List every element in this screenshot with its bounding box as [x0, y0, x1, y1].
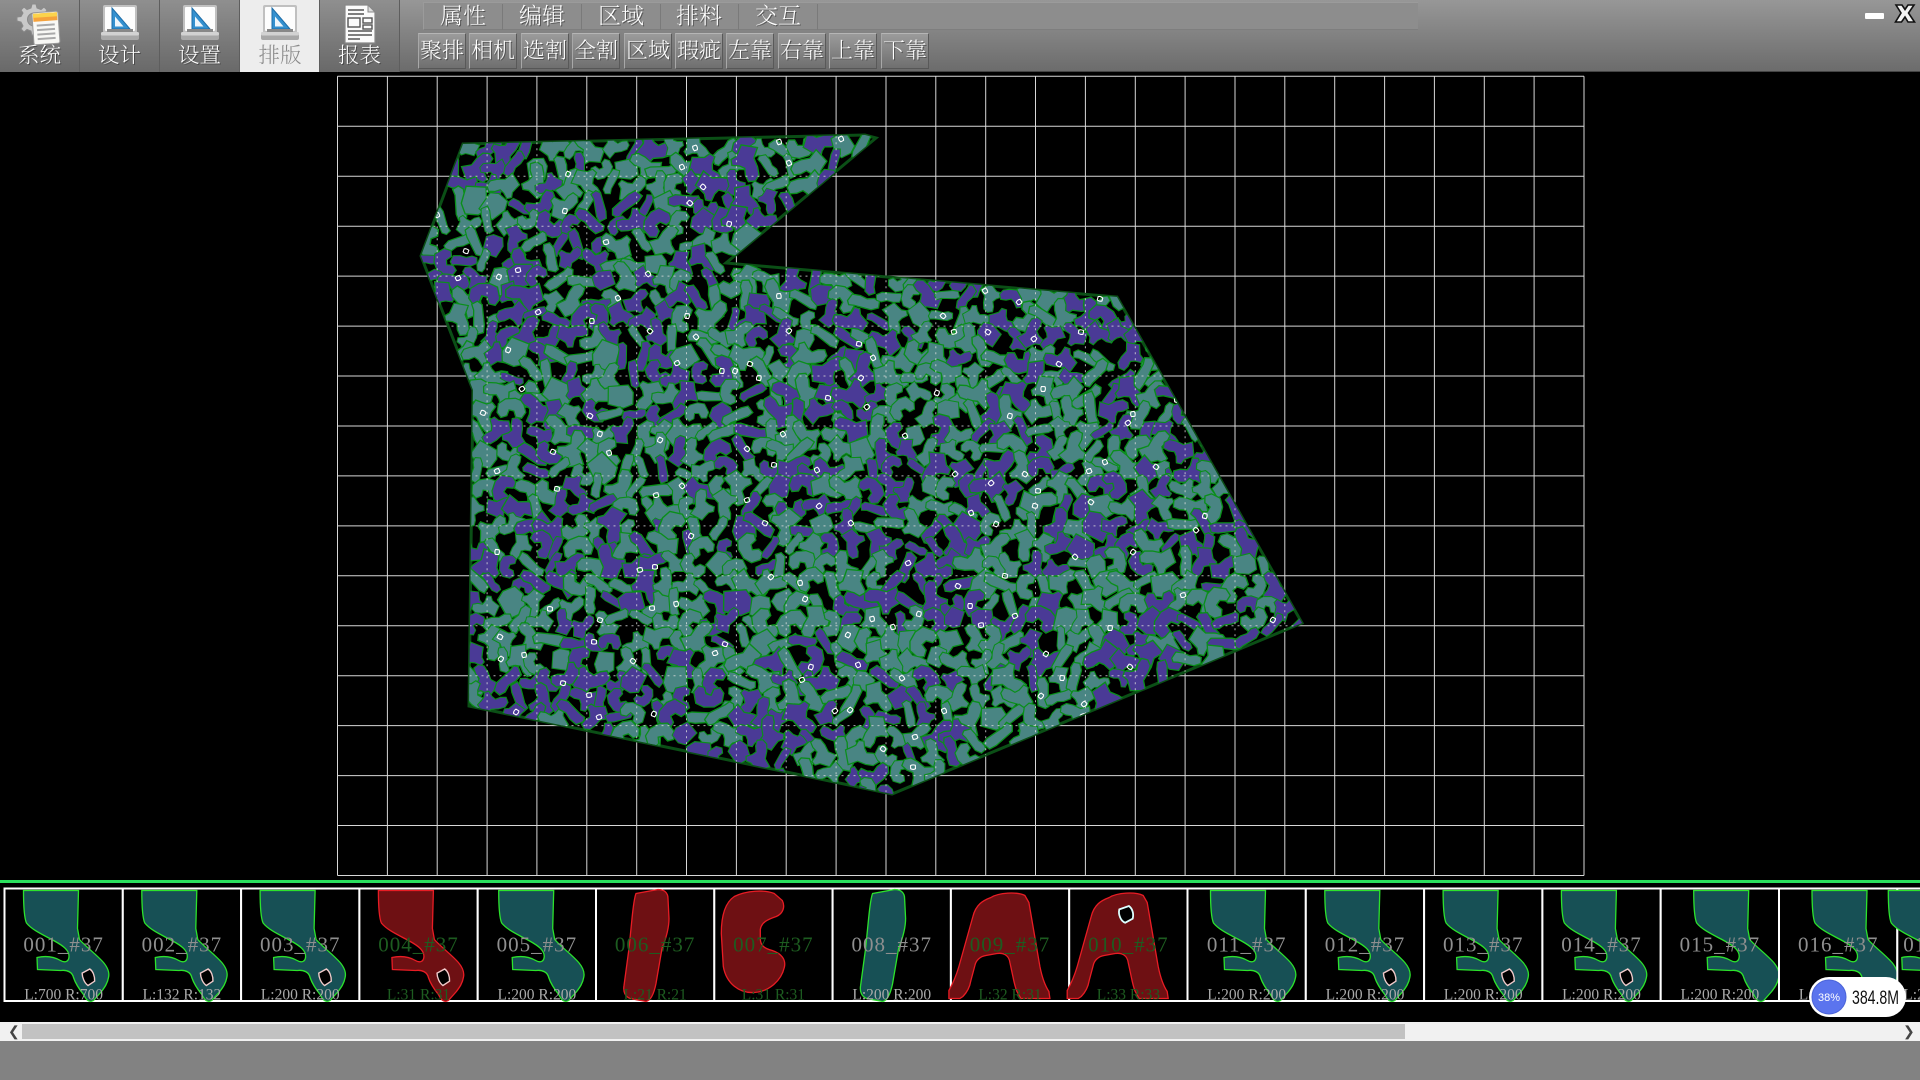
svg-text:L:200 R:200: L:200 R:200: [1326, 987, 1405, 1004]
svg-text:L:700 R:700: L:700 R:700: [24, 987, 103, 1004]
svg-text:003_#37: 003_#37: [260, 933, 341, 957]
svg-text:L:32 R:31: L:32 R:31: [978, 987, 1041, 1004]
svg-text:016_#37: 016_#37: [1798, 933, 1879, 957]
svg-text:007_#37: 007_#37: [733, 933, 814, 957]
svg-text:014_#37: 014_#37: [1561, 933, 1642, 957]
svg-text:L:200 R:200: L:200 R:200: [1681, 987, 1760, 1004]
svg-text:L:200 R:200: L:200 R:200: [261, 987, 340, 1004]
svg-text:384.8M: 384.8M: [1852, 988, 1899, 1009]
svg-text:L:200 R:200: L:200 R:200: [1444, 987, 1523, 1004]
svg-text:006_#37: 006_#37: [615, 933, 696, 957]
svg-text:013_#37: 013_#37: [1443, 933, 1524, 957]
svg-text:L:200 R:200: L:200 R:200: [1562, 987, 1641, 1004]
svg-text:38%: 38%: [1818, 992, 1840, 1004]
svg-text:002_#37: 002_#37: [142, 933, 223, 957]
svg-text:L:200 R:200: L:200 R:200: [852, 987, 931, 1004]
svg-text:L:33 R:33: L:33 R:33: [1097, 987, 1161, 1004]
svg-text:010_#37: 010_#37: [1088, 933, 1169, 957]
svg-text:011_#37: 011_#37: [1207, 933, 1287, 957]
svg-text:012_#37: 012_#37: [1325, 933, 1406, 957]
svg-text:005_#37: 005_#37: [497, 933, 578, 957]
svg-text:L:200 R:200: L:200 R:200: [1207, 987, 1286, 1004]
svg-text:015_#37: 015_#37: [1680, 933, 1761, 957]
svg-text:L:31 R:31: L:31 R:31: [742, 987, 805, 1004]
svg-text:004_#37: 004_#37: [378, 933, 459, 957]
svg-text:L:31 R:31: L:31 R:31: [387, 987, 450, 1004]
svg-text:017_#37: 017_#37: [1903, 933, 1920, 957]
svg-text:L:200 R:200: L:200 R:200: [498, 987, 577, 1004]
svg-text:008_#37: 008_#37: [852, 933, 933, 957]
svg-text:L:21 R:21: L:21 R:21: [623, 987, 686, 1004]
svg-text:009_#37: 009_#37: [970, 933, 1051, 957]
svg-text:001_#37: 001_#37: [23, 933, 104, 957]
svg-text:L:132 R:132: L:132 R:132: [143, 987, 222, 1004]
